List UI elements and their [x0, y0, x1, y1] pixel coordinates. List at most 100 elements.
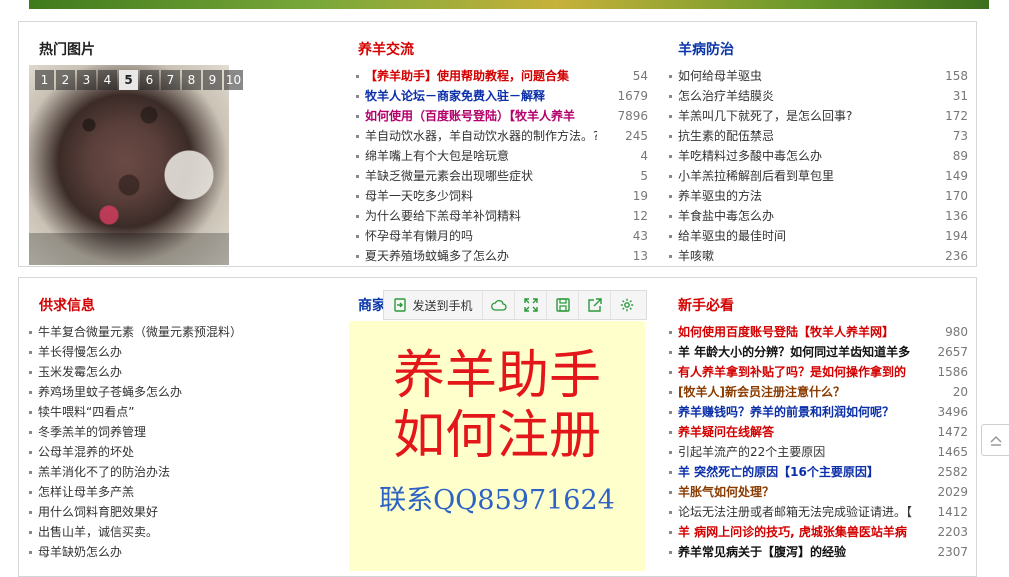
disease-item-count: 172	[945, 109, 968, 123]
newbie-item-link[interactable]: 养羊赚钱吗？养羊的前景和利润如何呢？	[678, 402, 930, 422]
ad-line-1: 养羊助手	[392, 346, 601, 406]
newbie-item-link[interactable]: 羊 病网上问诊的技巧, 虎城张集兽医站羊病	[678, 522, 930, 542]
supply-item-link[interactable]: 羊长得慢怎么办	[38, 342, 328, 362]
disease-item-link[interactable]: 小羊羔拉稀解剖后看到草包里	[678, 166, 928, 186]
supply-list-item: 羔羊消化不了的防治办法	[29, 462, 329, 482]
supply-item-link[interactable]: 公母羊混养的坏处	[38, 442, 328, 462]
disease-item-link[interactable]: 养羊驱虫的方法	[678, 186, 928, 206]
disease-item-link[interactable]: 羊吃精料过多酸中毒怎么办	[678, 146, 928, 166]
exchange-item-link[interactable]: 为什么要给下羔母羊补饲精料	[365, 206, 597, 226]
supply-item-link[interactable]: 牛羊复合微量元素（微量元素预混料）	[38, 322, 328, 342]
settings-button[interactable]	[611, 291, 642, 319]
exchange-list-item: 母羊一天吃多少饲料 19	[356, 186, 648, 206]
pager-page-9[interactable]: 9	[203, 70, 222, 90]
pager-page-2[interactable]: 2	[56, 70, 75, 90]
newbie-item-link[interactable]: 养羊常见病关于【腹泻】的经验	[678, 542, 930, 562]
hot-pic-image[interactable]	[29, 65, 229, 265]
supply-item-link[interactable]: 玉米发霉怎么办	[38, 362, 328, 382]
newbie-list-item: 如何使用百度账号登陆【牧羊人养羊网】 980	[669, 322, 968, 342]
bullet-dot	[356, 175, 359, 178]
pager-page-6[interactable]: 6	[140, 70, 159, 90]
newbie-list-item: 养羊常见病关于【腹泻】的经验 2307	[669, 542, 968, 562]
supply-item-link[interactable]: 羔羊消化不了的防治办法	[38, 462, 328, 482]
disease-list-item: 羊羔叫几下就死了，是怎么回事? 172	[669, 106, 968, 126]
supply-item-link[interactable]: 出售山羊，诚信买卖。	[38, 522, 328, 542]
exchange-item-count: 13	[632, 249, 648, 263]
newbie-item-link[interactable]: 引起羊流产的22个主要原因	[678, 442, 930, 462]
pager-page-1[interactable]: 1	[35, 70, 54, 90]
share-icon	[587, 298, 602, 312]
fullscreen-button[interactable]	[515, 291, 547, 319]
supply-item-link[interactable]: 冬季羔羊的饲养管理	[38, 422, 328, 442]
disease-item-link[interactable]: 给羊驱虫的最佳时间	[678, 226, 928, 246]
exchange-item-count: 43	[632, 229, 648, 243]
save-image-button[interactable]	[547, 291, 579, 319]
pager-page-4[interactable]: 4	[98, 70, 117, 90]
gear-icon	[620, 298, 633, 312]
up-arrow-icon	[989, 435, 1002, 446]
bullet-dot	[356, 155, 359, 158]
exchange-item-link[interactable]: 如何使用（百度账号登陆）【牧羊人养羊	[365, 106, 597, 126]
exchange-list-item: 怀孕母羊有懒月的吗 43	[356, 226, 648, 246]
hot-pic-pager: 1 2 3 4 5 6 7 8 9 10	[35, 70, 243, 90]
newbie-item-link[interactable]: [牧羊人]新会员注册注意什么？	[678, 382, 930, 402]
newbie-item-link[interactable]: 羊 年龄大小的分辨？如何同过羊齿知道羊多	[678, 342, 930, 362]
supply-item-link[interactable]: 怎样让母羊多产羔	[38, 482, 328, 502]
supply-item-link[interactable]: 养鸡场里蚊子苍蝇多怎么办	[38, 382, 328, 402]
bullet-dot	[669, 331, 672, 334]
exchange-item-link[interactable]: 绵羊嘴上有个大包是啥玩意	[365, 146, 597, 166]
exchange-item-link[interactable]: 母羊一天吃多少饲料	[365, 186, 597, 206]
exchange-item-link[interactable]: 怀孕母羊有懒月的吗	[365, 226, 597, 246]
newbie-item-count: 20	[952, 385, 968, 399]
disease-item-link[interactable]: 如何给母羊驱虫	[678, 66, 928, 86]
exchange-list: 【养羊助手】使用帮助教程，问题合集 54 牧羊人论坛－商家免费入驻－解释 1679 如何…	[356, 66, 648, 266]
exchange-item-link[interactable]: 牧羊人论坛－商家免费入驻－解释	[365, 86, 597, 106]
exchange-item-link[interactable]: 【养羊助手】使用帮助教程，问题合集	[365, 66, 597, 86]
newbie-item-link[interactable]: 论坛无法注册或者邮箱无法完成验证请进。【	[678, 502, 930, 522]
supply-item-link[interactable]: 犊牛喂料“四看点”	[38, 402, 328, 422]
disease-item-link[interactable]: 抗生素的配伍禁忌	[678, 126, 928, 146]
exchange-item-count: 19	[632, 189, 648, 203]
cloud-save-button[interactable]	[483, 291, 515, 319]
exchange-item-link[interactable]: 羊自动饮水器，羊自动饮水器的制作方法。?	[365, 126, 597, 146]
newbie-item-link[interactable]: 如何使用百度账号登陆【牧羊人养羊网】	[678, 322, 930, 342]
pager-page-5[interactable]: 5	[119, 70, 138, 90]
side-float-tab[interactable]	[981, 424, 1009, 456]
bullet-dot	[29, 331, 32, 334]
disease-item-link[interactable]: 羊食盐中毒怎么办	[678, 206, 928, 226]
ad-contact-qq: 联系QQ85971624	[379, 485, 615, 516]
supply-item-link[interactable]: 母羊缺奶怎么办	[38, 542, 328, 562]
send-to-phone-button[interactable]: 发送到手机	[384, 291, 483, 319]
disease-item-link[interactable]: 怎么治疗羊结膜炎	[678, 86, 928, 106]
disease-item-link[interactable]: 羊咳嗽	[678, 246, 928, 266]
exchange-item-count: 245	[625, 129, 648, 143]
exchange-item-count: 1679	[617, 89, 648, 103]
newbie-item-link[interactable]: 养羊疑问在线解答	[678, 422, 930, 442]
disease-item-link[interactable]: 羊羔叫几下就死了，是怎么回事?	[678, 106, 928, 126]
bullet-dot	[29, 351, 32, 354]
exchange-list-item: 为什么要给下羔母羊补饲精料 12	[356, 206, 648, 226]
exchange-list-item: 【养羊助手】使用帮助教程，问题合集 54	[356, 66, 648, 86]
share-button[interactable]	[579, 291, 611, 319]
pager-page-10[interactable]: 10	[224, 70, 243, 90]
disease-list: 如何给母羊驱虫 158 怎么治疗羊结膜炎 31 羊羔叫几下就死了，是怎么回事? 172 抗生…	[669, 66, 968, 266]
newbie-list-item: 有人养羊拿到补贴了吗？是如何操作拿到的 1586	[669, 362, 968, 382]
exchange-item-link[interactable]: 羊缺乏微量元素会出现哪些症状	[365, 166, 597, 186]
newbie-list-item: 论坛无法注册或者邮箱无法完成验证请进。【 1412	[669, 502, 968, 522]
newbie-item-link[interactable]: 有人养羊拿到补贴了吗？是如何操作拿到的	[678, 362, 930, 382]
newbie-item-link[interactable]: 羊胀气如何处理？	[678, 482, 930, 502]
pager-page-7[interactable]: 7	[161, 70, 180, 90]
exchange-item-link[interactable]: 夏天养殖场蚊蝇多了怎么办	[365, 246, 597, 266]
supply-item-link[interactable]: 用什么饲料育肥效果好	[38, 502, 328, 522]
register-ad-banner[interactable]: 养羊助手 如何注册 联系QQ85971624	[349, 321, 645, 571]
top-banner-strip	[29, 0, 989, 9]
bullet-dot	[29, 491, 32, 494]
disease-list-item: 羊吃精料过多酸中毒怎么办 89	[669, 146, 968, 166]
pager-page-3[interactable]: 3	[77, 70, 96, 90]
newbie-item-link[interactable]: 羊 突然死亡的原因【16个主要原因】	[678, 462, 930, 482]
exchange-title: 养羊交流	[358, 42, 414, 58]
bullet-dot	[29, 411, 32, 414]
pager-page-8[interactable]: 8	[182, 70, 201, 90]
exchange-list-item: 牧羊人论坛－商家免费入驻－解释 1679	[356, 86, 648, 106]
exchange-list-item: 羊自动饮水器，羊自动饮水器的制作方法。? 245	[356, 126, 648, 146]
